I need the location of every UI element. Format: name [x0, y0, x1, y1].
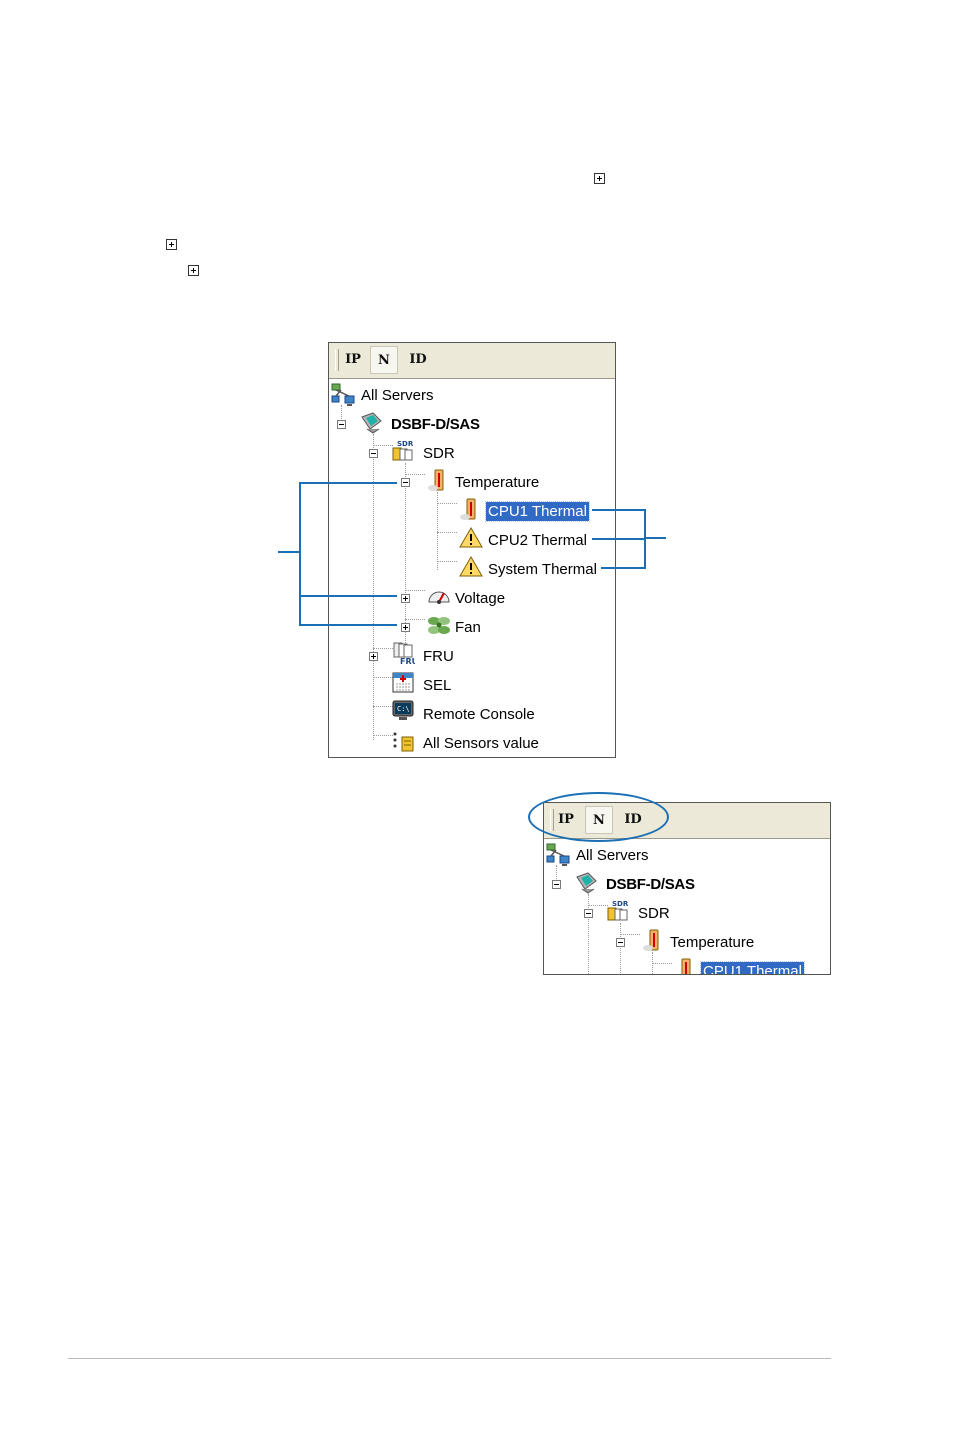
tree-label: SDR	[423, 444, 455, 462]
tree-item-all-servers[interactable]: All Servers	[574, 843, 651, 867]
tree-item-cpu1-thermal[interactable]: CPU1 Thermal	[700, 959, 805, 974]
callout-to-voltage	[299, 595, 397, 597]
tree-label: CPU2 Thermal	[488, 531, 587, 549]
tree-label: Temperature	[670, 933, 755, 951]
tree-item-sdr[interactable]: SDR	[636, 901, 672, 925]
console-monitor-icon: C:\	[392, 700, 414, 720]
tree-label: Remote Console	[423, 705, 535, 723]
collapse-temperature-toggle[interactable]	[401, 478, 410, 487]
tree-item-server[interactable]: DSBF-D/SAS	[604, 872, 697, 896]
network-servers-icon	[546, 843, 570, 866]
thermometer-icon	[460, 498, 476, 520]
ip-view-button[interactable]: IP	[339, 346, 367, 374]
server-tree-panel: IP N ID All Servers DSBF-D/SAS SDR SDR T…	[328, 342, 616, 758]
tree-item-cpu1-thermal[interactable]: CPU1 Thermal	[485, 499, 590, 523]
server-monitor-icon	[576, 872, 597, 894]
callout-right-stub	[644, 537, 666, 539]
tree-label: Temperature	[455, 473, 540, 491]
tree-item-server[interactable]: DSBF-D/SAS	[389, 412, 482, 436]
tree-label-selected: CPU1 Thermal	[485, 500, 590, 522]
thermometer-icon	[428, 469, 444, 491]
tree-item-all-sensors[interactable]: All Sensors value	[421, 731, 541, 755]
expand-fan-toggle[interactable]	[401, 623, 410, 632]
callout-to-temperature	[299, 482, 397, 484]
callout-right-vertical	[644, 509, 646, 569]
server-tree: All Servers DSBF-D/SAS SDR SDR Temperatu…	[329, 379, 615, 757]
tree-label-selected: CPU1 Thermal	[700, 960, 805, 974]
callout-from-system	[601, 567, 646, 569]
tree-item-temperature[interactable]: Temperature	[668, 930, 756, 954]
tree-item-fan[interactable]: Fan	[453, 615, 483, 639]
fru-icon-text: FRU	[400, 657, 415, 665]
tree-item-voltage[interactable]: Voltage	[453, 586, 507, 610]
expand-fru-toggle[interactable]	[369, 652, 378, 661]
expand-voltage-toggle[interactable]	[401, 594, 410, 603]
tree-item-remote-console[interactable]: Remote Console	[421, 702, 537, 726]
tree-item-system-thermal[interactable]: System Thermal	[486, 557, 599, 581]
tree-label: All Servers	[361, 386, 434, 404]
view-toolbar: IP N ID	[329, 343, 615, 379]
event-log-icon	[392, 672, 414, 693]
fan-icon	[428, 617, 450, 634]
tree-item-cpu2-thermal[interactable]: CPU2 Thermal	[486, 528, 589, 552]
tree-item-temperature[interactable]: Temperature	[453, 470, 541, 494]
toolbar-highlight-oval	[528, 792, 669, 842]
tree-label: DSBF-D/SAS	[391, 415, 480, 433]
tree-label: Voltage	[455, 589, 506, 607]
tree-label: FRU	[423, 647, 454, 665]
tree-item-all-servers[interactable]: All Servers	[359, 383, 436, 407]
thermometer-icon	[643, 929, 659, 951]
expand-glyph-inline-1	[594, 173, 605, 184]
sdr-icon-text: SDR	[612, 900, 629, 908]
collapse-server-toggle[interactable]	[337, 420, 346, 429]
warning-icon	[459, 556, 483, 577]
tree-item-sel[interactable]: SEL	[421, 673, 453, 697]
fru-icon: FRU	[393, 642, 415, 665]
collapse-sdr-toggle[interactable]	[584, 909, 593, 918]
tree-label: Fan	[455, 618, 481, 636]
tree-label: SDR	[638, 904, 670, 922]
tree-label: SEL	[423, 676, 452, 694]
callout-to-fan	[299, 624, 397, 626]
name-view-button[interactable]: N	[370, 346, 398, 374]
warning-icon	[459, 527, 483, 548]
tree-label: DSBF-D/SAS	[606, 875, 695, 893]
network-servers-icon	[331, 383, 355, 406]
sdr-records-icon: SDR	[607, 900, 629, 921]
sensors-list-icon	[393, 732, 414, 752]
tree-label: All Sensors value	[423, 734, 539, 752]
gauge-icon	[428, 591, 450, 604]
thermometer-icon	[681, 958, 691, 974]
collapse-server-toggle[interactable]	[552, 880, 561, 889]
sdr-icon-text: SDR	[397, 440, 414, 448]
server-tree-detail: All Servers DSBF-D/SAS SDR SDR Temperatu…	[544, 839, 830, 974]
tree-item-fru[interactable]: FRU	[421, 644, 456, 668]
server-monitor-icon	[361, 412, 382, 434]
id-view-button[interactable]: ID	[404, 346, 432, 374]
sdr-records-icon: SDR	[392, 440, 414, 461]
expand-glyph-inline-2	[166, 239, 177, 250]
callout-left-vertical	[299, 483, 301, 625]
expand-glyph-inline-3	[188, 265, 199, 276]
callout-from-cpu1	[592, 509, 646, 511]
callout-left-stub	[278, 551, 300, 553]
console-icon-text: C:\	[397, 705, 410, 713]
callout-from-cpu2	[592, 538, 646, 540]
tree-item-sdr[interactable]: SDR	[421, 441, 457, 465]
tree-label: System Thermal	[488, 560, 597, 578]
page-footer-rule	[68, 1358, 831, 1359]
collapse-sdr-toggle[interactable]	[369, 449, 378, 458]
collapse-temperature-toggle[interactable]	[616, 938, 625, 947]
tree-label: All Servers	[576, 846, 649, 864]
